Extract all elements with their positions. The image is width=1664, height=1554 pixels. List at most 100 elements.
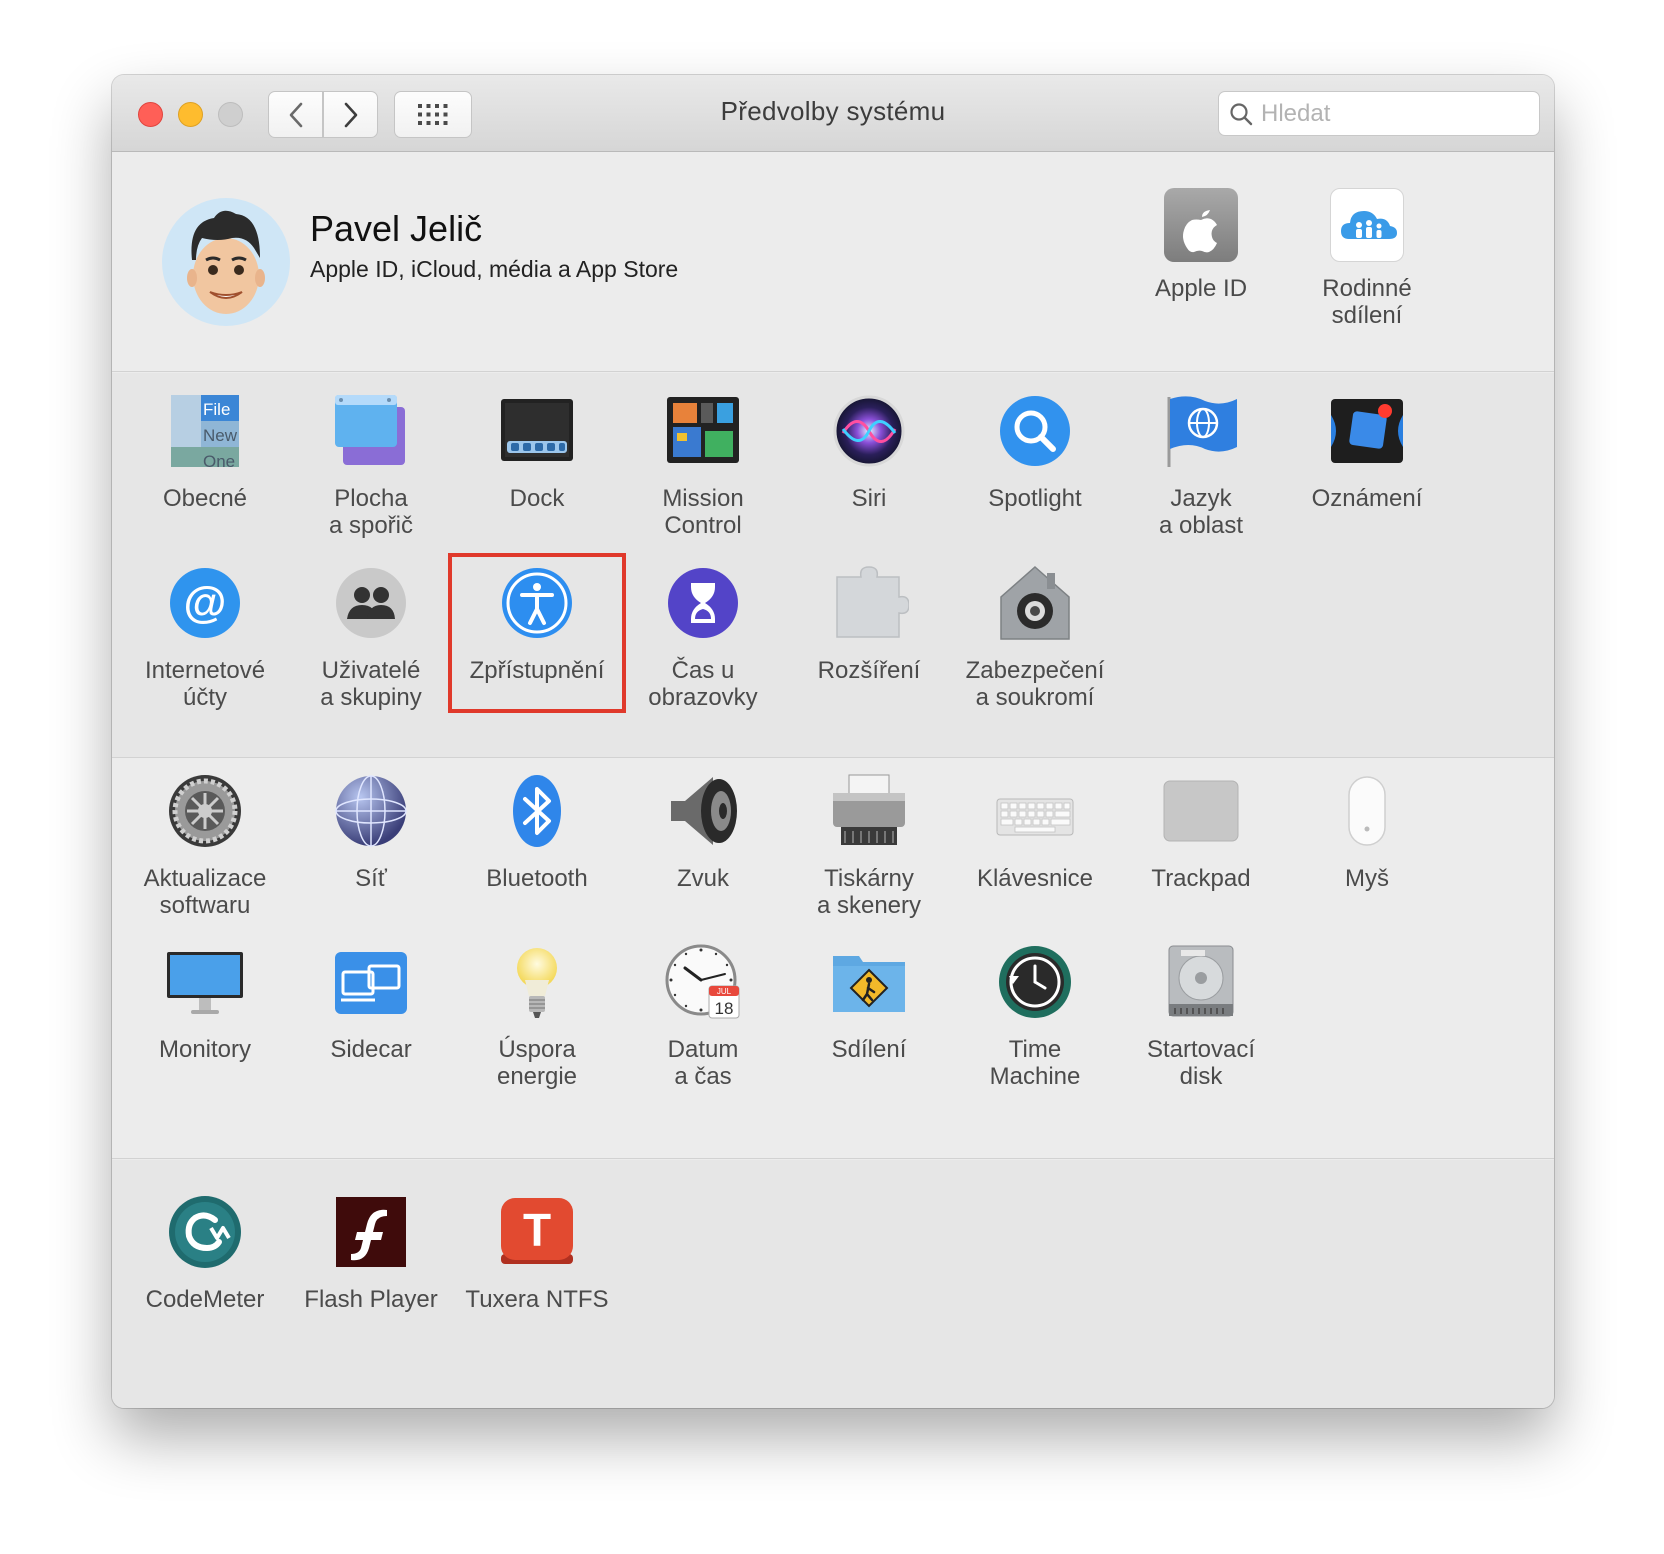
security-privacy-icon: [995, 563, 1075, 643]
screen-time-icon: [663, 563, 743, 643]
bluetooth-icon: [497, 771, 577, 851]
pane-users-groups[interactable]: Uživatelé a skupiny: [283, 563, 459, 711]
pane-mission-control[interactable]: Mission Control: [615, 391, 791, 539]
pane-siri[interactable]: Siri: [781, 391, 957, 512]
pane-displays[interactable]: Monitory: [117, 942, 293, 1063]
pane-label: Klávesnice: [976, 865, 1094, 892]
users-groups-icon: [331, 563, 411, 643]
general-icon: File New One: [165, 391, 245, 471]
pane-notifications[interactable]: Oznámení: [1279, 391, 1455, 512]
pane-keyboard[interactable]: Klávesnice: [947, 771, 1123, 892]
startup-disk-icon: [1161, 942, 1241, 1022]
svg-text:@: @: [184, 578, 227, 627]
pane-bluetooth[interactable]: Bluetooth: [449, 771, 625, 892]
pane-sharing[interactable]: Sdílení: [781, 942, 957, 1063]
pane-label: Sidecar: [330, 1036, 412, 1063]
sharing-icon: [829, 942, 909, 1022]
notifications-icon: [1327, 391, 1407, 471]
pane-label: Aktualizace softwaru: [143, 865, 267, 919]
sound-icon: [663, 771, 743, 851]
pane-label: Internetové účty: [144, 657, 266, 711]
tuxera-letter-text: T: [523, 1204, 551, 1256]
siri-icon: [829, 391, 909, 471]
hardware-section: Aktualizace softwaru Síť Bluetooth Zvuk …: [112, 759, 1554, 1159]
account-header: Pavel Jelič Apple ID, iCloud, média a Ap…: [112, 152, 1554, 372]
codemeter-icon: [165, 1192, 245, 1272]
pane-general[interactable]: File New One Obecné: [117, 391, 293, 512]
pane-label: Síť: [355, 865, 387, 892]
pane-label: Tiskárny a skenery: [816, 865, 922, 919]
pane-flash-player[interactable]: Flash Player: [283, 1192, 459, 1313]
pane-software-update[interactable]: Aktualizace softwaru: [117, 771, 293, 919]
pane-label: Rozšíření: [817, 657, 921, 684]
pane-label: Zabezpečení a soukromí: [965, 657, 1105, 711]
pane-label: Trackpad: [1151, 865, 1251, 892]
general-file-text: File: [203, 400, 230, 419]
family-sharing-pane[interactable]: Rodinné sdílení: [1292, 188, 1442, 329]
search-field[interactable]: [1218, 91, 1540, 136]
pane-label: Zvuk: [676, 865, 729, 892]
pane-startup-disk[interactable]: Startovací disk: [1113, 942, 1289, 1090]
pane-dock[interactable]: Dock: [449, 391, 625, 512]
titlebar: Předvolby systému: [112, 75, 1554, 152]
pane-security-privacy[interactable]: Zabezpečení a soukromí: [947, 563, 1123, 711]
pane-label: Oznámení: [1311, 485, 1423, 512]
pane-mouse[interactable]: Myš: [1279, 771, 1455, 892]
pane-label: Flash Player: [304, 1286, 438, 1313]
pane-label: Tuxera NTFS: [465, 1286, 609, 1313]
energy-saver-icon: [497, 942, 577, 1022]
extensions-icon: [829, 563, 910, 643]
apple-id-label: Apple ID: [1154, 275, 1248, 302]
personal-section: File New One Obecné Plocha a spořič Dock: [112, 373, 1554, 758]
search-input[interactable]: [1261, 99, 1521, 128]
pane-sound[interactable]: Zvuk: [615, 771, 791, 892]
pane-label: Dock: [509, 485, 565, 512]
network-icon: [331, 771, 411, 851]
pane-label: Obecné: [162, 485, 248, 512]
pane-codemeter[interactable]: CodeMeter: [117, 1192, 293, 1313]
general-one-text: One: [203, 452, 235, 471]
mission-control-icon: [663, 391, 743, 471]
pane-label: Startovací disk: [1146, 1036, 1256, 1090]
pane-printers-scanners[interactable]: Tiskárny a skenery: [781, 771, 957, 919]
pane-tuxera-ntfs[interactable]: T Tuxera NTFS: [449, 1192, 625, 1313]
pane-network[interactable]: Síť: [283, 771, 459, 892]
pane-screen-time[interactable]: Čas u obrazovky: [615, 563, 791, 711]
pane-label: Úspora energie: [496, 1036, 578, 1090]
user-subtitle: Apple ID, iCloud, média a App Store: [310, 256, 679, 282]
user-avatar[interactable]: [162, 198, 290, 326]
pane-spotlight[interactable]: Spotlight: [947, 391, 1123, 512]
internet-accounts-icon: @: [165, 563, 245, 643]
pane-date-time[interactable]: JUL 18 Datum a čas: [615, 942, 791, 1090]
pane-trackpad[interactable]: Trackpad: [1113, 771, 1289, 892]
pane-language-region[interactable]: Jazyk a oblast: [1113, 391, 1289, 539]
pane-label: Mission Control: [662, 485, 744, 539]
pane-energy-saver[interactable]: Úspora energie: [449, 942, 625, 1090]
family-sharing-label: Rodinné sdílení: [1322, 275, 1412, 329]
keyboard-icon: [995, 771, 1075, 851]
pane-label: CodeMeter: [145, 1286, 265, 1313]
pane-extensions[interactable]: Rozšíření: [781, 563, 957, 684]
software-update-icon: [165, 771, 245, 851]
desktop-screensaver-icon: [331, 391, 411, 471]
memoji-avatar-icon: [187, 210, 265, 314]
time-machine-icon: [995, 942, 1075, 1022]
pane-label: Myš: [1345, 865, 1389, 892]
apple-id-icon: [1164, 188, 1238, 262]
language-region-icon: [1161, 391, 1241, 471]
general-new-text: New: [203, 426, 238, 445]
apple-id-pane[interactable]: Apple ID: [1126, 188, 1276, 302]
pane-time-machine[interactable]: Time Machine: [947, 942, 1123, 1090]
trackpad-icon: [1161, 771, 1241, 851]
pane-desktop-screensaver[interactable]: Plocha a spořič: [283, 391, 459, 539]
pane-internet-accounts[interactable]: @ Internetové účty: [117, 563, 293, 711]
pane-label: Bluetooth: [486, 865, 588, 892]
pane-label: Spotlight: [988, 485, 1082, 512]
calendar-day-text: 18: [715, 999, 734, 1018]
dock-icon: [497, 391, 577, 471]
date-time-icon: JUL 18: [663, 942, 743, 1022]
flash-player-icon: [331, 1192, 411, 1272]
pane-label: Sdílení: [831, 1036, 907, 1063]
pane-label: Jazyk a oblast: [1158, 485, 1244, 539]
pane-sidecar[interactable]: Sidecar: [283, 942, 459, 1063]
